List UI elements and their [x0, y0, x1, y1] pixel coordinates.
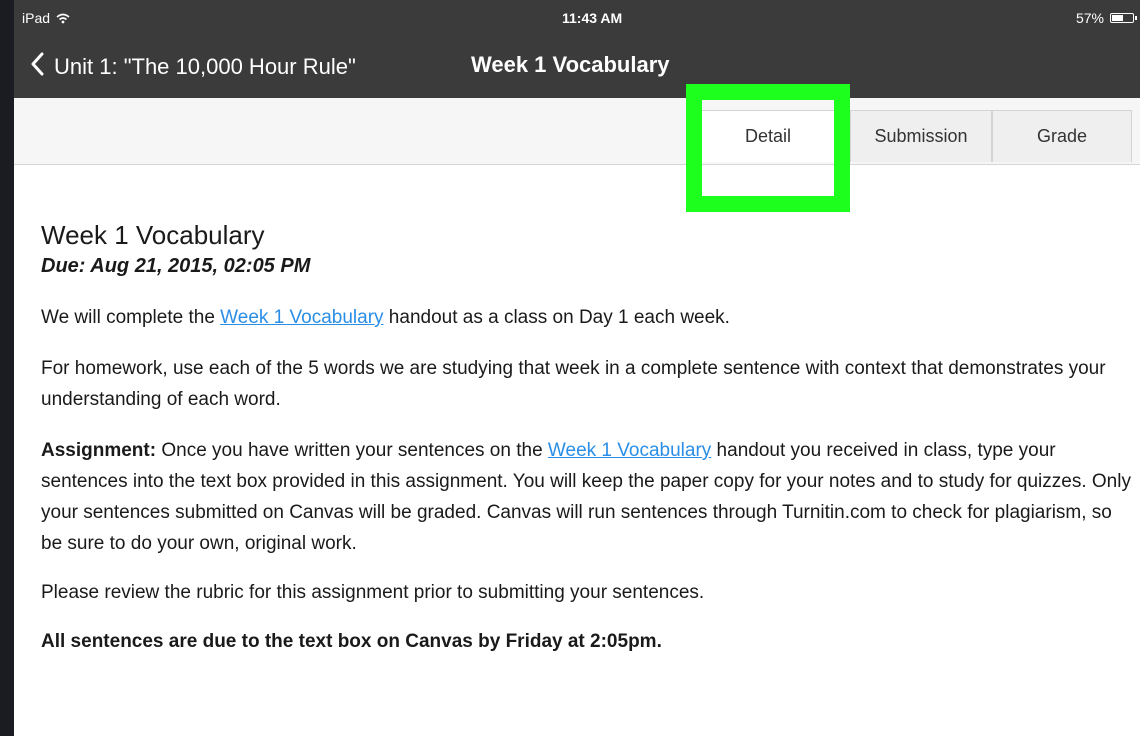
battery-percent: 57%: [1075, 10, 1104, 26]
assignment-detail: Week 1 Vocabulary Due: Aug 21, 2015, 02:…: [41, 212, 1131, 657]
clock: 11:43 AM: [562, 10, 623, 26]
status-left: iPad: [22, 10, 70, 26]
intro-text-end: handout as a class on Day 1 each week.: [383, 307, 730, 328]
status-bar: iPad 11:43 AM 57%: [14, 0, 1140, 36]
device-label: iPad: [22, 10, 51, 26]
homework-paragraph: For homework, use each of the 5 words we…: [41, 358, 1106, 410]
week1-vocabulary-link-2[interactable]: Week 1 Vocabulary: [548, 440, 711, 461]
assignment-paragraph: Assignment: Once you have written your s…: [41, 435, 1131, 559]
back-button[interactable]: Unit 1: "The 10,000 Hour Rule": [30, 52, 356, 82]
ipad-screen: iPad 11:43 AM 57% Unit 1: "The 10,000 Ho…: [14, 0, 1140, 736]
chevron-left-icon: [30, 52, 44, 82]
intro-text-start: We will complete the: [41, 307, 221, 328]
battery-icon: [1110, 13, 1137, 23]
tab-grade[interactable]: Grade: [992, 110, 1132, 162]
tab-detail-label: Detail: [744, 126, 792, 146]
tab-grade-label: Grade: [1036, 126, 1088, 146]
wifi-icon: [56, 13, 70, 24]
tab-bar: Detail Submission Grade: [14, 98, 1140, 165]
assignment-text-start: Once you have written your sentences on …: [156, 440, 548, 461]
assignment-label: Assignment:: [41, 440, 157, 461]
page-title: Week 1 Vocabulary: [471, 52, 670, 77]
tab-submission-label: Submission: [874, 126, 968, 146]
week1-vocabulary-link[interactable]: Week 1 Vocabulary: [220, 307, 383, 328]
status-right: 57%: [1075, 10, 1137, 26]
battery-fill: [1112, 15, 1123, 21]
nav-bar: Unit 1: "The 10,000 Hour Rule" Week 1 Vo…: [14, 36, 1140, 98]
tab-submission[interactable]: Submission: [850, 110, 992, 162]
back-button-label: Unit 1: "The 10,000 Hour Rule": [54, 54, 356, 79]
tab-detail[interactable]: Detail: [686, 110, 850, 162]
assignment-title: Week 1 Vocabulary: [41, 220, 265, 250]
due-date: Due: Aug 21, 2015, 02:05 PM: [41, 255, 311, 277]
deadline-paragraph: All sentences are due to the text box on…: [41, 631, 662, 652]
rubric-paragraph: Please review the rubric for this assign…: [41, 582, 705, 603]
intro-paragraph: We will complete the Week 1 Vocabulary h…: [41, 302, 1131, 333]
